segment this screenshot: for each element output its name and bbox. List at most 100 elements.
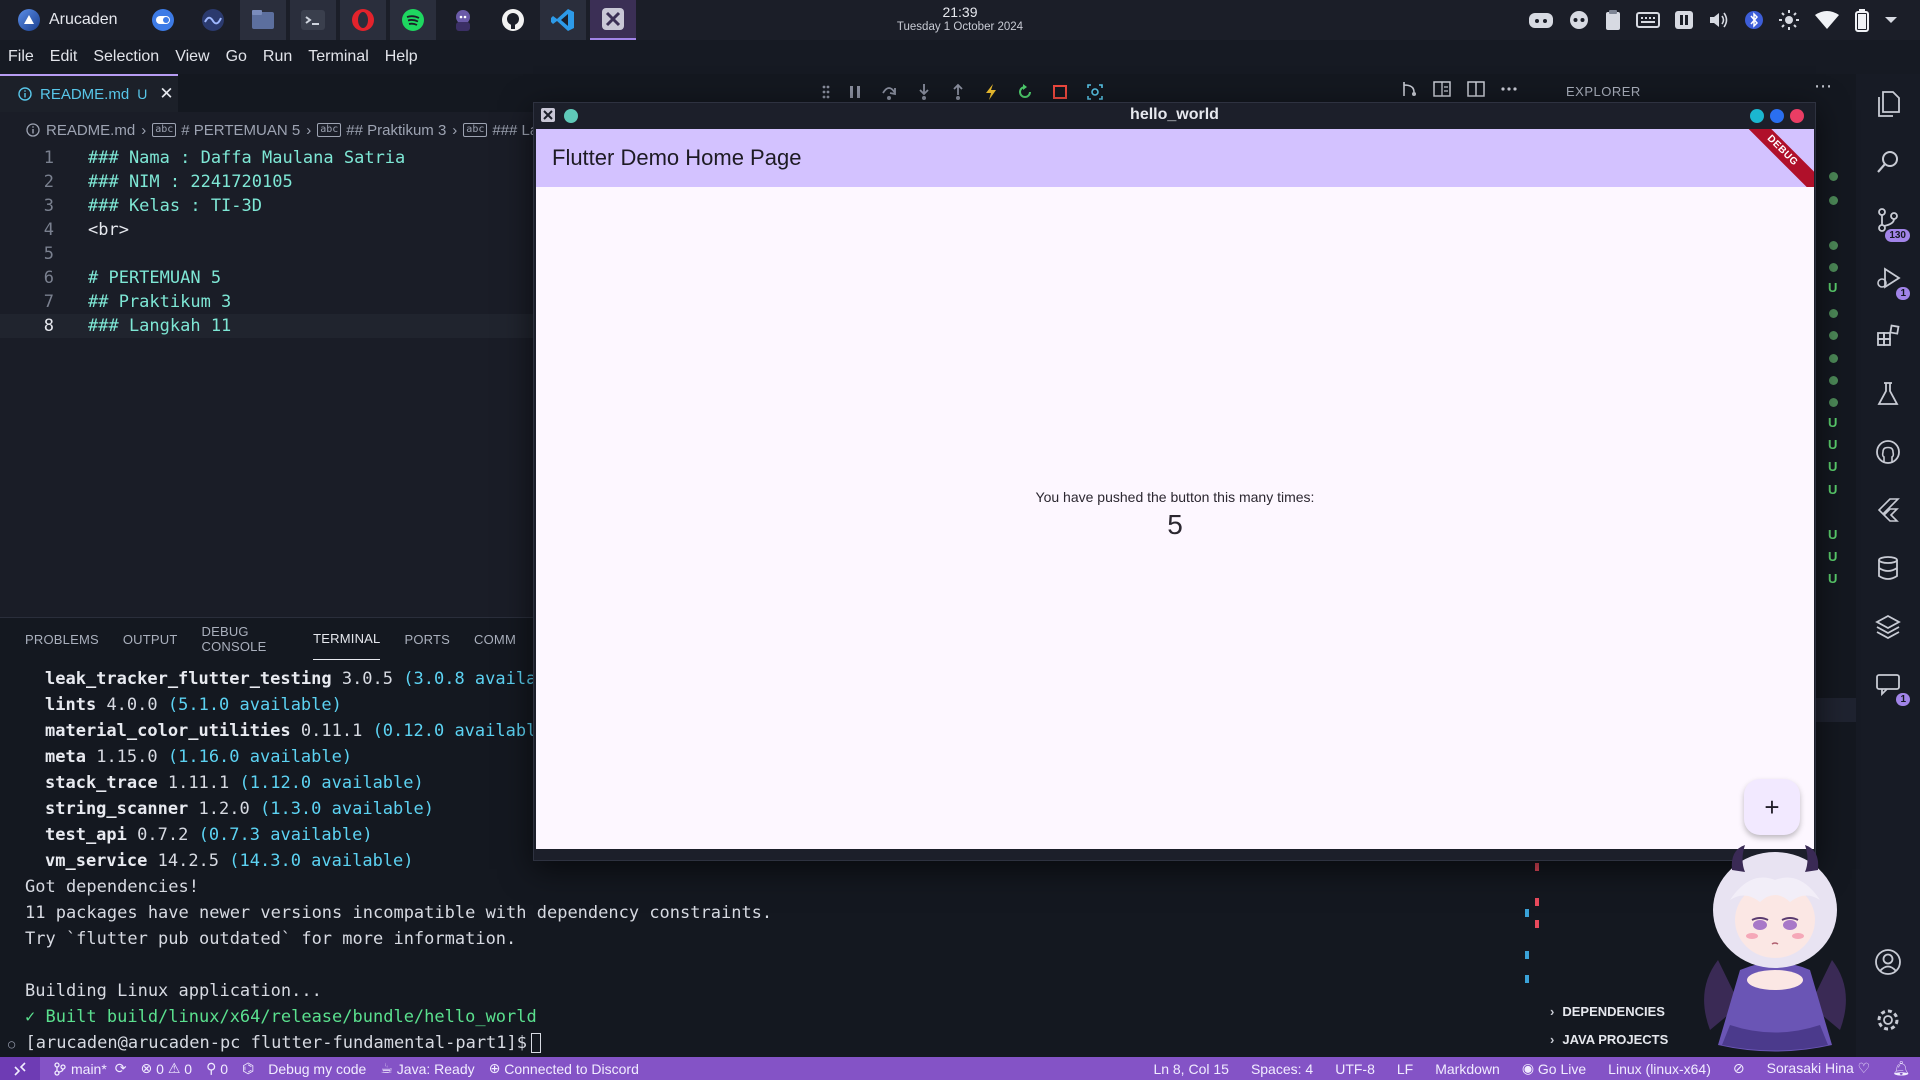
package-name: string_scanner [45, 799, 189, 819]
notifications-bell-icon[interactable]: 🔔︎ [1892, 1060, 1910, 1077]
chat-icon[interactable]: 1 [1872, 668, 1910, 706]
drag-handle-icon[interactable] [822, 84, 830, 100]
maximize-button[interactable] [1770, 109, 1784, 123]
extensions-icon[interactable] [1872, 320, 1904, 352]
bluetooth-icon[interactable] [1744, 9, 1764, 31]
no-signal-icon[interactable]: ⊘ [1733, 1060, 1745, 1077]
menu-edit[interactable]: Edit [50, 48, 78, 66]
java-status[interactable]: ☕ Java: Ready [380, 1060, 474, 1077]
layers-icon[interactable] [1872, 610, 1904, 642]
brightness-icon[interactable] [1778, 9, 1800, 31]
git-branch[interactable]: main* ⟳ [54, 1060, 127, 1077]
tray-chevron-down-icon[interactable] [1884, 15, 1898, 25]
step-out-icon[interactable] [950, 83, 966, 101]
app-launcher[interactable]: Arucaden [0, 0, 132, 40]
clipboard-icon[interactable] [1604, 9, 1622, 31]
tab-readme[interactable]: README.md U ✕ [0, 74, 178, 112]
breadcrumb-file[interactable]: README.md [26, 122, 135, 139]
breadcrumb-h2[interactable]: abc ## Praktikum 3 [317, 122, 446, 139]
taskbar-opera-icon[interactable] [339, 0, 386, 40]
tab-debug-console[interactable]: DEBUG CONSOLE [202, 618, 290, 660]
section-dependencies[interactable]: › DEPENDENCIES [1550, 1004, 1665, 1019]
taskbar-monitor-icon[interactable] [190, 0, 236, 40]
step-over-icon[interactable] [880, 83, 898, 101]
keyboard-icon[interactable] [1636, 11, 1660, 29]
discord-status[interactable]: ⊕ Connected to Discord [489, 1060, 639, 1077]
open-preview-icon[interactable] [1432, 80, 1452, 98]
end-of-line[interactable]: LF [1397, 1061, 1413, 1077]
search-icon[interactable] [1872, 146, 1904, 178]
source-control-icon[interactable]: 130 [1872, 204, 1910, 242]
compare-changes-icon[interactable] [1400, 80, 1418, 98]
github-icon[interactable] [1872, 436, 1904, 468]
remote-indicator-icon[interactable] [0, 1057, 40, 1080]
encoding[interactable]: UTF-8 [1335, 1061, 1375, 1077]
section-java-projects[interactable]: › JAVA PROJECTS [1550, 1032, 1668, 1047]
menu-file[interactable]: File [8, 48, 34, 66]
breadcrumb-h1[interactable]: abc # PERTEMUAN 5 [152, 122, 300, 139]
more-actions-icon[interactable]: ⋯ [1814, 76, 1832, 97]
menu-go[interactable]: Go [226, 48, 247, 66]
menu-selection[interactable]: Selection [93, 48, 159, 66]
flutter-icon[interactable] [1872, 494, 1904, 526]
files-icon[interactable] [1872, 88, 1904, 120]
tab-output[interactable]: OUTPUT [123, 618, 178, 660]
taskbar-vscode-icon[interactable] [539, 0, 586, 40]
more-actions-icon[interactable] [1500, 86, 1518, 92]
discord-icon[interactable] [1528, 10, 1554, 30]
menu-terminal[interactable]: Terminal [308, 48, 368, 66]
taskbar-toggle-icon[interactable] [140, 0, 186, 40]
taskbar-terminal-icon[interactable] [289, 0, 336, 40]
tab-comments[interactable]: COMM [474, 618, 516, 660]
breadcrumb-h3[interactable]: abc ### La [463, 122, 538, 139]
clock[interactable]: 21:39 Tuesday 1 October 2024 [860, 4, 1060, 34]
menu-run[interactable]: Run [263, 48, 292, 66]
window-titlebar[interactable]: hello_world [534, 103, 1815, 129]
increment-button[interactable]: + [1744, 779, 1800, 835]
problems-summary[interactable]: ⊗ 0 ⚠ 0 [141, 1060, 193, 1077]
inspect-widget-icon[interactable] [1086, 83, 1104, 101]
sync-icon[interactable]: ⟳ [115, 1060, 127, 1077]
menu-help[interactable]: Help [385, 48, 418, 66]
database-icon[interactable] [1872, 552, 1904, 584]
run-debug-icon[interactable]: 1 [1872, 262, 1910, 300]
taskbar-character-icon[interactable] [440, 0, 486, 40]
cursor-position[interactable]: Ln 8, Col 15 [1153, 1061, 1229, 1077]
wifi-icon[interactable] [1814, 10, 1840, 30]
restart-icon[interactable] [1016, 83, 1034, 101]
volume-icon[interactable] [1708, 10, 1730, 30]
battery-icon[interactable] [1854, 8, 1870, 32]
go-live[interactable]: ◉ Go Live [1522, 1060, 1586, 1077]
code-editor[interactable]: 1 ### Nama : Daffa Maulana Satria 2 ### NI… [0, 142, 540, 617]
menu-view[interactable]: View [175, 48, 209, 66]
desktop-mascot[interactable] [1690, 840, 1860, 1055]
close-icon[interactable]: ✕ [159, 84, 173, 104]
taskbar-xwindow-icon[interactable] [589, 0, 636, 40]
settings-gear-icon[interactable] [1872, 1004, 1904, 1036]
pause-debug-icon[interactable] [848, 84, 862, 100]
taskbar-spotify-icon[interactable] [389, 0, 436, 40]
taskbar-files-icon[interactable] [239, 0, 286, 40]
hot-reload-icon[interactable] [984, 83, 998, 101]
stop-icon[interactable] [1052, 84, 1068, 100]
testing-flask-icon[interactable] [1872, 378, 1904, 410]
tab-terminal[interactable]: TERMINAL [313, 618, 381, 660]
user-status[interactable]: Sorasaki Hina ♡ [1767, 1060, 1871, 1077]
step-into-icon[interactable] [916, 83, 932, 101]
flutter-device[interactable]: Linux (linux-x64) [1608, 1061, 1711, 1077]
taskbar-github-icon[interactable] [490, 0, 536, 40]
split-editor-icon[interactable] [1466, 80, 1486, 98]
indentation[interactable]: Spaces: 4 [1251, 1061, 1313, 1077]
debug-launch-icon[interactable]: ⌬ [242, 1060, 254, 1077]
pause-icon[interactable] [1674, 10, 1694, 30]
language-mode[interactable]: Markdown [1435, 1061, 1500, 1077]
close-window-button[interactable] [1790, 109, 1804, 123]
debug-config[interactable]: Debug my code [268, 1061, 366, 1077]
minimize-button[interactable] [1750, 109, 1764, 123]
accounts-icon[interactable] [1872, 946, 1904, 978]
tab-ports[interactable]: PORTS [404, 618, 450, 660]
tab-problems[interactable]: PROBLEMS [25, 618, 99, 660]
ports-forwarded[interactable]: ⚲ 0 [206, 1060, 228, 1077]
game-controller-icon[interactable] [1568, 10, 1590, 30]
git-modified-dot [1829, 241, 1838, 250]
